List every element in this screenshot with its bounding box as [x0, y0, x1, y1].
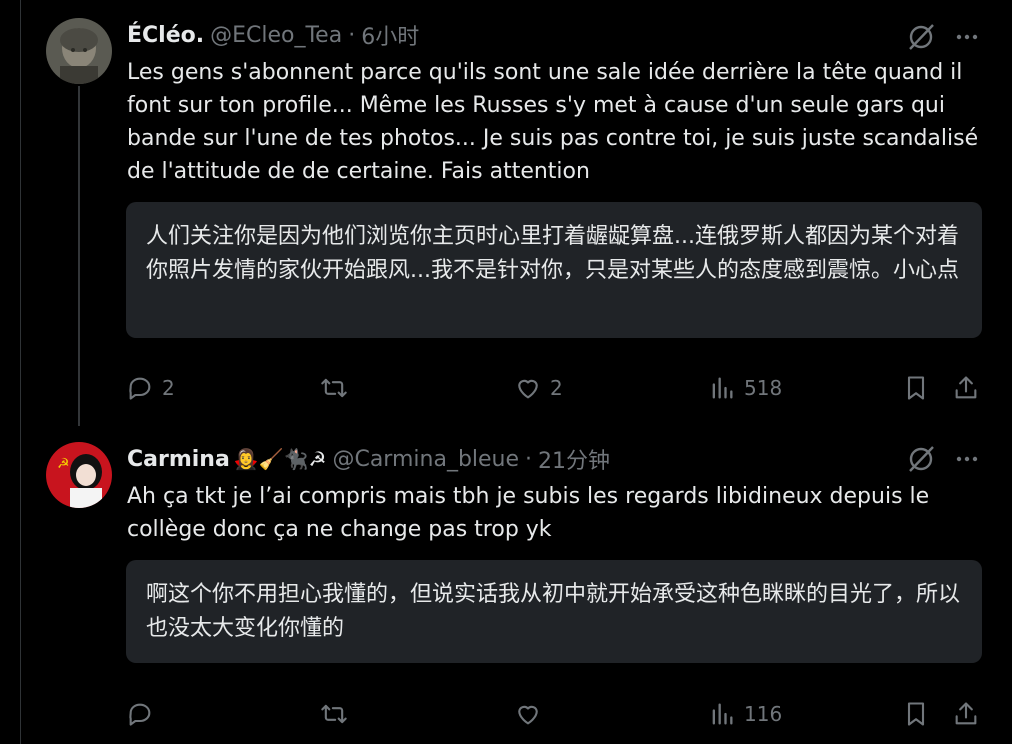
views-icon: [712, 703, 733, 725]
share-button[interactable]: [952, 700, 980, 728]
tweet-carmina[interactable]: ☭ Carmina 🧛‍♀️🧹🐈‍⬛☭ @Carmina_bleue · 21分…: [20, 430, 1012, 744]
separator-dot: ·: [525, 446, 533, 472]
reply-icon: [129, 703, 151, 726]
reply-button[interactable]: 2: [126, 374, 175, 402]
views-icon: [712, 377, 733, 399]
separator-dot: ·: [348, 22, 356, 48]
display-name[interactable]: Carmina: [127, 447, 230, 472]
share-icon: [955, 702, 977, 725]
timestamp[interactable]: 6小时: [361, 19, 419, 51]
avatar[interactable]: ☭: [46, 442, 112, 508]
retweet-icon: [321, 378, 347, 398]
retweet-button[interactable]: [320, 374, 356, 402]
more-icon[interactable]: [952, 22, 982, 52]
user-handle[interactable]: @Carmina_bleue: [332, 447, 519, 472]
timestamp[interactable]: 21分钟: [538, 443, 610, 475]
svg-text:☭: ☭: [57, 456, 70, 472]
views-count: 116: [744, 702, 783, 726]
views-button[interactable]: 116: [708, 700, 782, 728]
more-icon[interactable]: [952, 444, 982, 474]
user-handle[interactable]: @ECleo_Tea: [210, 23, 342, 48]
avatar[interactable]: [46, 18, 112, 84]
share-icon: [955, 376, 977, 399]
like-icon: [518, 705, 538, 725]
translation-text: 人们关注你是因为他们浏览你主页时心里打着龌龊算盘...连俄罗斯人都因为某个对着你…: [146, 224, 959, 283]
bookmark-button[interactable]: [902, 700, 930, 728]
tweet-header: Carmina 🧛‍♀️🧹🐈‍⬛☭ @Carmina_bleue · 21分钟: [127, 443, 610, 475]
like-icon: [518, 379, 538, 399]
grok-icon[interactable]: [906, 444, 936, 474]
like-button[interactable]: 2: [514, 374, 563, 402]
views-count: 518: [744, 376, 783, 400]
views-button[interactable]: 518: [708, 374, 782, 402]
display-name[interactable]: ÉCléo.: [127, 23, 204, 48]
grok-icon[interactable]: [906, 22, 936, 52]
bookmark-icon: [907, 702, 925, 726]
tweet-text: Ah ça tkt je l’ai compris mais tbh je su…: [127, 484, 930, 542]
reply-button[interactable]: [126, 700, 162, 728]
translation-box: 啊这个你不用担心我懂的，但说实话我从初中就开始承受这种色眯眯的目光了，所以也没太…: [126, 560, 982, 663]
tweet-text: Les gens s'abonnent parce qu'ils sont un…: [127, 60, 979, 184]
share-button[interactable]: [952, 374, 980, 402]
reply-icon: [129, 377, 151, 400]
tweet-header: ÉCléo. @ECleo_Tea · 6小时: [127, 19, 419, 51]
like-button[interactable]: [514, 700, 550, 728]
translation-text: 啊这个你不用担心我懂的，但说实话我从初中就开始承受这种色眯眯的目光了，所以也没太…: [146, 582, 961, 641]
like-count: 2: [550, 376, 563, 400]
bookmark-button[interactable]: [902, 374, 930, 402]
bookmark-icon: [907, 376, 925, 400]
tweet-ecleo[interactable]: ÉCléo. @ECleo_Tea · 6小时 Les gens s'abonn…: [20, 0, 1012, 430]
name-emojis: 🧛‍♀️🧹🐈‍⬛☭: [233, 447, 327, 471]
retweet-icon: [321, 704, 347, 724]
translation-box: 人们关注你是因为他们浏览你主页时心里打着龌龊算盘...连俄罗斯人都因为某个对着你…: [126, 202, 982, 338]
reply-count: 2: [162, 376, 175, 400]
retweet-button[interactable]: [320, 700, 356, 728]
